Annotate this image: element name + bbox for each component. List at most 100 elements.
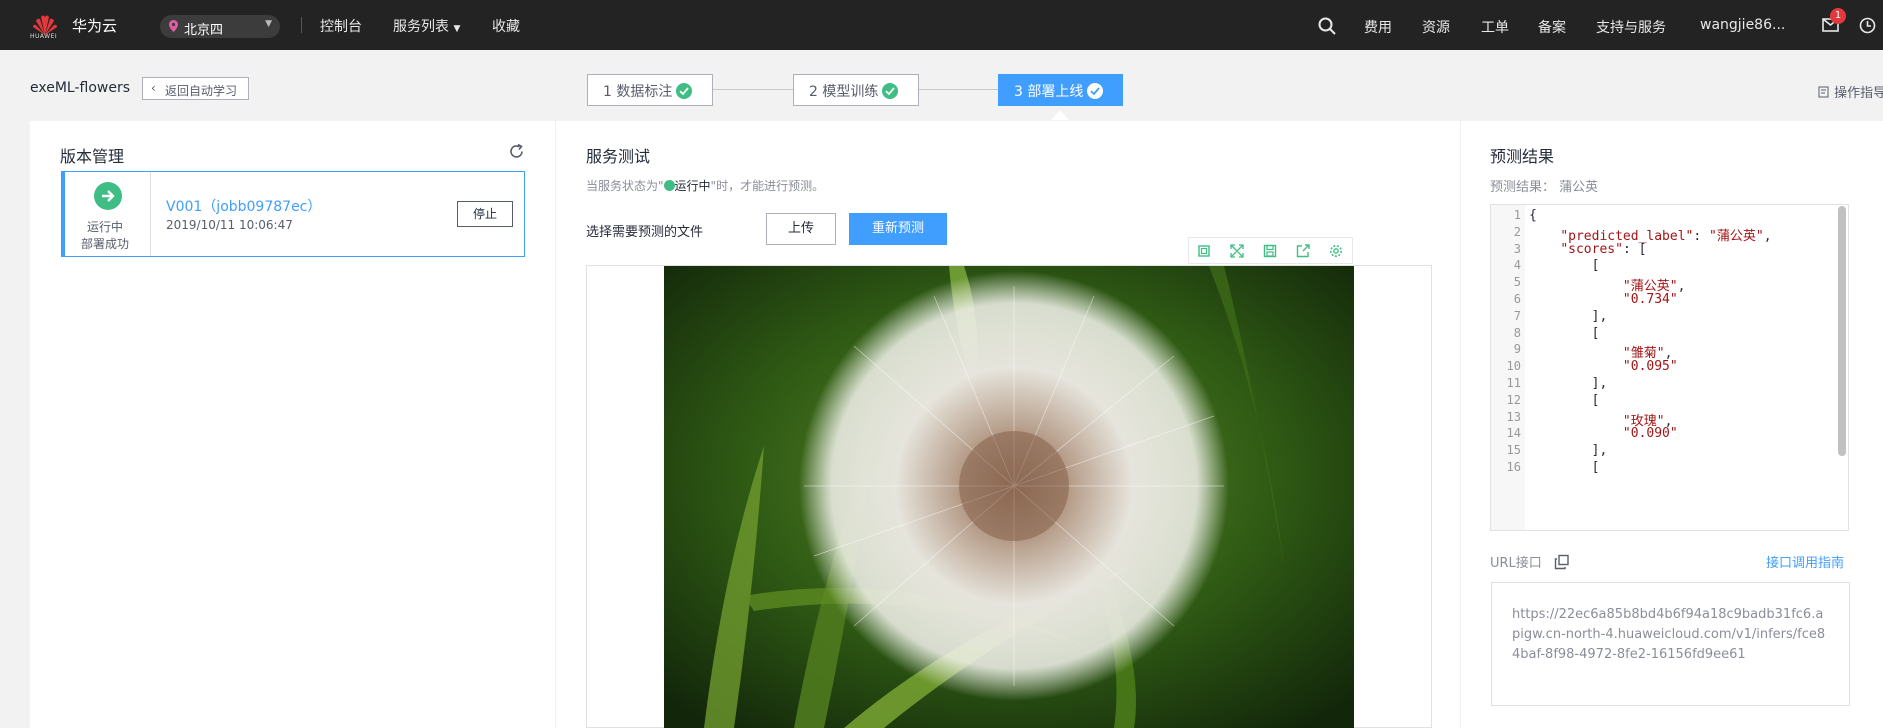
status-deployed: 部署成功: [81, 237, 130, 251]
status-running: 运行中: [87, 220, 124, 234]
line-number: 15: [1506, 443, 1521, 458]
user-menu[interactable]: wangjie86...: [1700, 17, 1785, 33]
line-number: 3: [1513, 241, 1521, 256]
line-number: 4: [1513, 258, 1521, 273]
stop-button[interactable]: 停止: [457, 201, 513, 227]
code-line: {: [1529, 208, 1537, 223]
nav-service-list-label: 服务列表: [393, 19, 449, 35]
api-guide-link[interactable]: 接口调用指南: [1766, 552, 1844, 571]
search-icon[interactable]: [1318, 17, 1336, 35]
active-step-pointer: [1051, 110, 1069, 120]
caret-down-icon: ▼: [265, 19, 272, 29]
nav-billing[interactable]: 费用: [1364, 17, 1392, 37]
version-date: 2019/10/11 10:06:47: [166, 218, 293, 232]
version-card[interactable]: 运行中 部署成功 V001（jobb09787ec） 2019/10/11 10…: [61, 171, 525, 257]
step-label: 3 部署上线: [1014, 84, 1084, 100]
copy-icon[interactable]: [1197, 244, 1211, 258]
guide-label: 操作指导: [1834, 86, 1883, 101]
settings-icon[interactable]: [1329, 244, 1343, 258]
code-line: [: [1529, 460, 1600, 475]
check-circle-icon: [1087, 83, 1103, 99]
step-data-labeling[interactable]: 1 数据标注: [587, 74, 713, 106]
brand-name[interactable]: 华为云: [72, 15, 117, 36]
upload-button[interactable]: 上传: [766, 213, 836, 245]
line-number: 2: [1513, 224, 1521, 239]
back-button-label: 返回自动学习: [165, 84, 238, 98]
line-number: 16: [1506, 460, 1521, 474]
code-line: "0.095": [1622, 359, 1678, 375]
step-deploy[interactable]: 3 部署上线: [998, 74, 1123, 106]
nav-support[interactable]: 支持与服务: [1596, 17, 1666, 37]
line-number: 9: [1513, 342, 1521, 357]
line-number: 1: [1513, 208, 1521, 222]
version-name-link[interactable]: V001（jobb09787ec）: [166, 196, 321, 216]
line-number: 14: [1506, 426, 1521, 441]
logo-text: HUAWEI: [30, 33, 58, 40]
document-edit-icon: [1818, 86, 1829, 98]
code-line: ],: [1529, 443, 1608, 459]
code-line: "0.090": [1622, 426, 1678, 442]
step-model-training[interactable]: 2 模型训练: [793, 74, 919, 106]
nav-service-list[interactable]: 服务列表 ▼: [393, 16, 460, 36]
nav-tickets[interactable]: 工单: [1481, 17, 1509, 37]
nav-resources[interactable]: 资源: [1422, 17, 1450, 37]
line-number: 11: [1506, 376, 1521, 390]
check-circle-icon: [663, 180, 675, 191]
line-number: 10: [1506, 359, 1521, 374]
copy-icon[interactable]: [1554, 554, 1570, 570]
code-line: ],: [1529, 308, 1608, 324]
nav-favorites[interactable]: 收藏: [492, 16, 520, 36]
step-label: 2 模型训练: [809, 84, 879, 100]
image-toolbar: [1188, 237, 1353, 264]
step-connector: [713, 89, 793, 90]
version-status: 运行中 部署成功: [65, 172, 151, 256]
message-count-badge: 1: [1830, 8, 1846, 24]
hint-prefix: 当服务状态为": [586, 179, 664, 193]
nav-console[interactable]: 控制台: [320, 16, 362, 36]
export-icon[interactable]: [1296, 244, 1310, 258]
region-label: 北京四: [184, 23, 224, 38]
choose-file-label: 选择需要预测的文件: [586, 225, 704, 240]
hint-suffix: "时，才能进行预测。: [710, 179, 825, 193]
fullscreen-icon[interactable]: [1230, 244, 1244, 258]
divider: [301, 17, 302, 33]
location-pin-icon: [169, 20, 178, 32]
code-line: [: [1529, 392, 1600, 408]
chevron-left-icon: ‹: [151, 81, 156, 95]
code-line: [: [1529, 325, 1600, 341]
dandelion-photo: [664, 266, 1354, 728]
line-number: 6: [1513, 292, 1521, 306]
hint-status: 运行中: [674, 179, 711, 193]
back-to-automl-button[interactable]: ‹ 返回自动学习: [142, 77, 249, 100]
version-panel-title: 版本管理: [60, 147, 125, 166]
code-line: "0.734": [1622, 292, 1678, 307]
url-label: URL接口: [1490, 556, 1542, 571]
top-navbar: HUAWEI 华为云 北京四 ▼ 控制台 服务列表 ▼ 收藏 费用 资源 工单 …: [0, 0, 1883, 50]
line-number: 12: [1506, 392, 1521, 407]
caret-down-icon: ▼: [453, 24, 461, 34]
clock-icon[interactable]: [1859, 17, 1876, 34]
line-number-gutter: 1 2 3 4 5 6 7 8 9 10 11 12 13 14 15 16: [1491, 205, 1525, 530]
check-circle-icon: [676, 83, 692, 99]
line-number: 8: [1513, 325, 1521, 340]
line-number: 5: [1513, 275, 1521, 290]
url-interface: URL接口: [1490, 552, 1570, 571]
url-field[interactable]: https://22ec6a85b8bd4b6f94a18c9badb31fc6…: [1491, 582, 1850, 706]
step-connector: [919, 89, 998, 90]
code-line: ],: [1529, 376, 1608, 391]
line-number: 13: [1506, 409, 1521, 424]
nav-filing[interactable]: 备案: [1538, 17, 1566, 37]
code-line: [: [1529, 258, 1600, 274]
region-selector[interactable]: 北京四 ▼: [160, 15, 280, 38]
code-scrollbar[interactable]: [1838, 206, 1846, 456]
prediction-title: 预测结果: [1490, 147, 1555, 166]
line-number: 7: [1513, 308, 1521, 323]
save-icon[interactable]: [1263, 244, 1277, 258]
refresh-icon[interactable]: [508, 143, 525, 160]
prediction-summary: 预测结果： 蒲公英: [1490, 180, 1599, 195]
json-result-viewer[interactable]: 1 2 3 4 5 6 7 8 9 10 11 12 13 14 15 16 { "predicted_lab…: [1490, 204, 1849, 531]
project-name: exeML-flowers: [30, 80, 131, 96]
repredict-button[interactable]: 重新预测: [849, 213, 947, 245]
code-line: "scores": [: [1560, 241, 1647, 257]
operation-guide-link[interactable]: 操作指导: [1818, 82, 1883, 101]
